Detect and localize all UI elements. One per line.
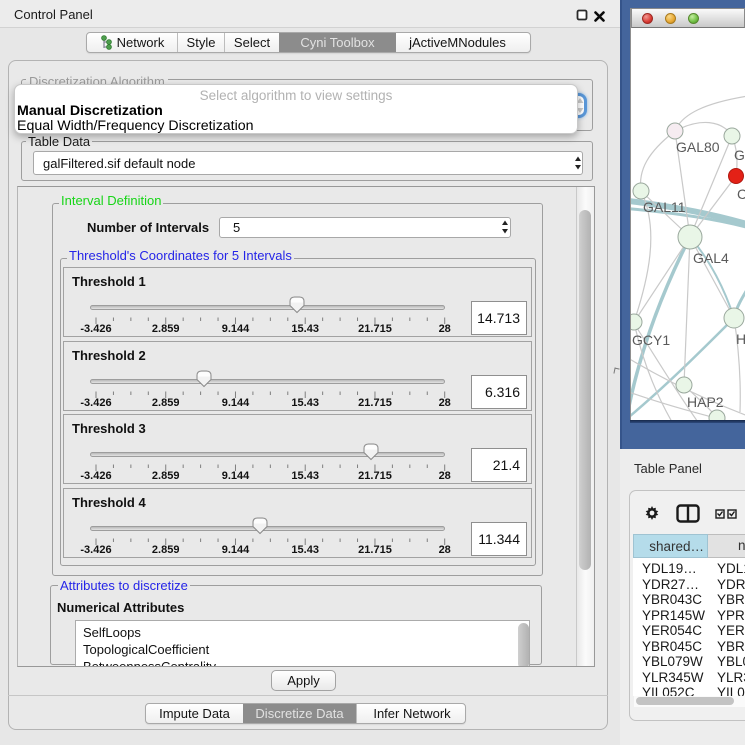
svg-text:C: C [737, 186, 745, 202]
svg-text:H: H [736, 331, 745, 347]
svg-text:GA: GA [734, 147, 745, 163]
svg-text:HAP2: HAP2 [687, 394, 724, 410]
svg-text:GCY1: GCY1 [632, 332, 670, 348]
svg-text:GAL80: GAL80 [676, 139, 720, 155]
svg-text:GAL11: GAL11 [643, 199, 686, 215]
svg-text:GAL4: GAL4 [693, 250, 729, 266]
